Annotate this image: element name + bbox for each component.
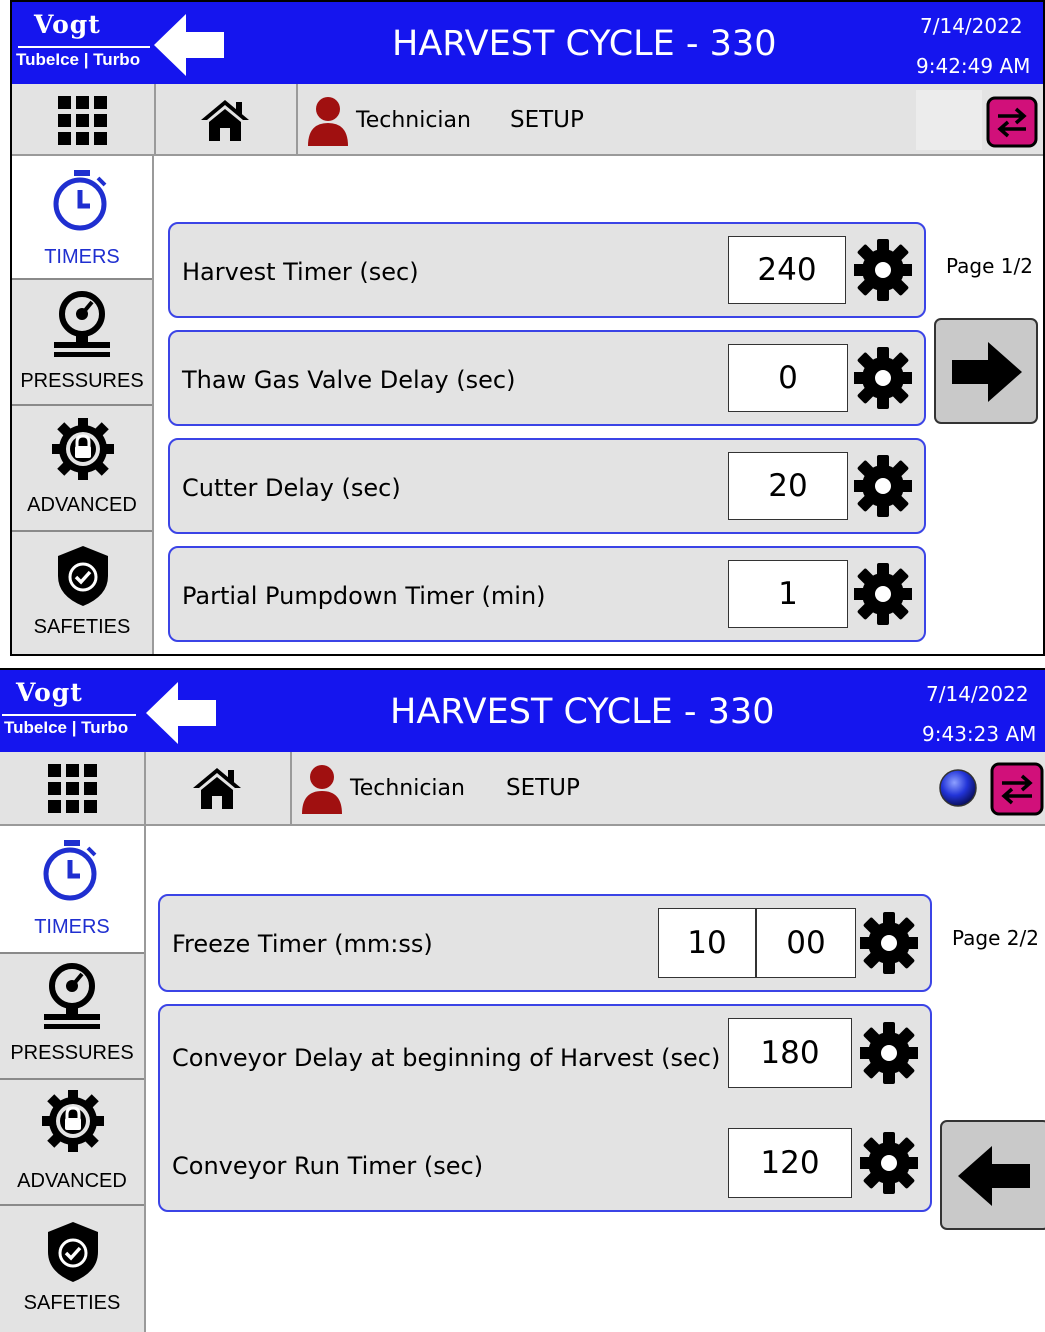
sidebar-item-timers[interactable]: TIMERS xyxy=(0,826,144,954)
sidebar: TIMERS PRESSURES ADVANCED SAFETIES xyxy=(12,156,154,654)
mode-label: SETUP xyxy=(506,775,580,801)
setting-label: Partial Pumpdown Timer (min) xyxy=(182,582,546,610)
settings-gear-icon[interactable] xyxy=(854,452,912,520)
mode-label: SETUP xyxy=(510,107,584,133)
previous-arrow-icon xyxy=(958,1146,1030,1206)
page-indicator: Page 2/2 xyxy=(952,926,1039,950)
sidebar-label-advanced: ADVANCED xyxy=(27,494,137,516)
settings-gear-icon[interactable] xyxy=(854,236,912,304)
sidebar-item-safeties[interactable]: SAFETIES xyxy=(0,1206,144,1332)
menu-grid-icon[interactable] xyxy=(58,96,108,146)
header-bar: Vogt TubeIce | Turbo HARVEST CYCLE - 330… xyxy=(0,670,1045,752)
previous-page-button[interactable] xyxy=(940,1120,1045,1230)
cutter-delay-input[interactable]: 20 xyxy=(728,452,848,520)
pressure-gauge-icon xyxy=(44,963,100,1029)
header-bar: Vogt TubeIce | Turbo HARVEST CYCLE - 330… xyxy=(12,2,1043,84)
sidebar-label-timers: TIMERS xyxy=(34,916,110,938)
sidebar-item-advanced[interactable]: ADVANCED xyxy=(12,406,152,532)
toolbar-divider xyxy=(154,84,156,156)
back-arrow-icon[interactable] xyxy=(146,680,218,746)
lock-gear-icon xyxy=(42,1090,104,1152)
harvest-timer-input[interactable]: 240 xyxy=(728,236,846,304)
conveyor-delay-input[interactable]: 180 xyxy=(728,1018,852,1088)
screen-page-2: Vogt TubeIce | Turbo HARVEST CYCLE - 330… xyxy=(0,668,1045,1332)
stopwatch-icon xyxy=(43,840,97,901)
settings-gear-icon[interactable] xyxy=(860,1019,918,1087)
lock-gear-icon xyxy=(52,418,114,480)
sidebar-item-safeties[interactable]: SAFETIES xyxy=(12,532,152,654)
conveyor-run-timer-input[interactable]: 120 xyxy=(728,1128,852,1198)
partial-pumpdown-timer-input[interactable]: 1 xyxy=(728,560,848,628)
next-page-button[interactable] xyxy=(934,318,1038,424)
logo-underline xyxy=(18,46,150,48)
screen-page-1: Vogt TubeIce | Turbo HARVEST CYCLE - 330… xyxy=(10,0,1045,656)
setting-label: Thaw Gas Valve Delay (sec) xyxy=(182,366,516,394)
status-placeholder xyxy=(916,90,982,150)
vogt-logo: Vogt xyxy=(34,10,101,39)
shield-check-icon xyxy=(48,1222,98,1282)
setting-label: Conveyor Run Timer (sec) xyxy=(172,1152,484,1180)
freeze-timer-seconds-input[interactable]: 00 xyxy=(756,908,856,978)
logo-underline xyxy=(2,714,136,716)
user-role: Technician xyxy=(356,108,471,133)
user-icon xyxy=(308,97,348,146)
logo-subtitle: TubeIce | Turbo xyxy=(4,718,129,737)
setting-label: Conveyor Delay at beginning of Harvest (… xyxy=(172,1044,721,1072)
home-icon[interactable] xyxy=(200,98,250,142)
sidebar: TIMERS PRESSURES ADVANCED SAFETIES xyxy=(0,826,146,1332)
sidebar-label-safeties: SAFETIES xyxy=(23,1292,121,1314)
switch-screen-icon[interactable] xyxy=(986,96,1038,148)
sidebar-label-timers: TIMERS xyxy=(44,246,120,268)
setting-label: Cutter Delay (sec) xyxy=(182,474,401,502)
pressure-gauge-icon xyxy=(54,291,110,357)
setting-label: Harvest Timer (sec) xyxy=(182,258,419,286)
sidebar-item-pressures[interactable]: PRESSURES xyxy=(12,280,152,406)
vogt-logo: Vogt xyxy=(16,678,83,707)
time-display: 9:43:23 AM xyxy=(922,722,1037,746)
next-arrow-icon xyxy=(952,342,1022,402)
toolbar-divider xyxy=(144,752,146,826)
settings-gear-icon[interactable] xyxy=(860,909,918,977)
menu-grid-icon[interactable] xyxy=(48,764,98,814)
user-icon xyxy=(302,765,342,814)
toolbar-divider xyxy=(296,84,298,156)
freeze-timer-minutes-input[interactable]: 10 xyxy=(658,908,756,978)
toolbar-divider xyxy=(290,752,292,826)
status-led-icon xyxy=(939,769,977,807)
stopwatch-icon xyxy=(53,170,107,231)
setting-label: Freeze Timer (mm:ss) xyxy=(172,930,433,958)
user-role: Technician xyxy=(350,776,465,801)
sidebar-item-advanced[interactable]: ADVANCED xyxy=(0,1080,144,1206)
shield-check-icon xyxy=(58,546,108,606)
date-display: 7/14/2022 xyxy=(926,682,1029,706)
sidebar-item-pressures[interactable]: PRESSURES xyxy=(0,954,144,1080)
switch-screen-icon[interactable] xyxy=(990,762,1044,816)
thaw-gas-valve-delay-input[interactable]: 0 xyxy=(728,344,848,412)
sidebar-label-safeties: SAFETIES xyxy=(33,616,131,638)
logo-subtitle: TubeIce | Turbo xyxy=(16,50,141,69)
page-indicator: Page 1/2 xyxy=(946,254,1033,278)
time-display: 9:42:49 AM xyxy=(916,54,1031,78)
date-display: 7/14/2022 xyxy=(920,14,1023,38)
settings-gear-icon[interactable] xyxy=(854,560,912,628)
settings-gear-icon[interactable] xyxy=(854,344,912,412)
page-title: HARVEST CYCLE - 330 xyxy=(392,24,777,64)
sidebar-label-advanced: ADVANCED xyxy=(17,1170,127,1192)
sidebar-label-pressures: PRESSURES xyxy=(10,1042,134,1064)
home-icon[interactable] xyxy=(192,766,242,810)
back-arrow-icon[interactable] xyxy=(154,12,226,78)
page-title: HARVEST CYCLE - 330 xyxy=(390,692,775,732)
sidebar-item-timers[interactable]: TIMERS xyxy=(12,156,152,280)
sidebar-label-pressures: PRESSURES xyxy=(20,370,144,392)
toolbar: Technician SETUP xyxy=(0,752,1045,826)
toolbar: Technician SETUP xyxy=(12,84,1043,156)
settings-gear-icon[interactable] xyxy=(860,1129,918,1197)
